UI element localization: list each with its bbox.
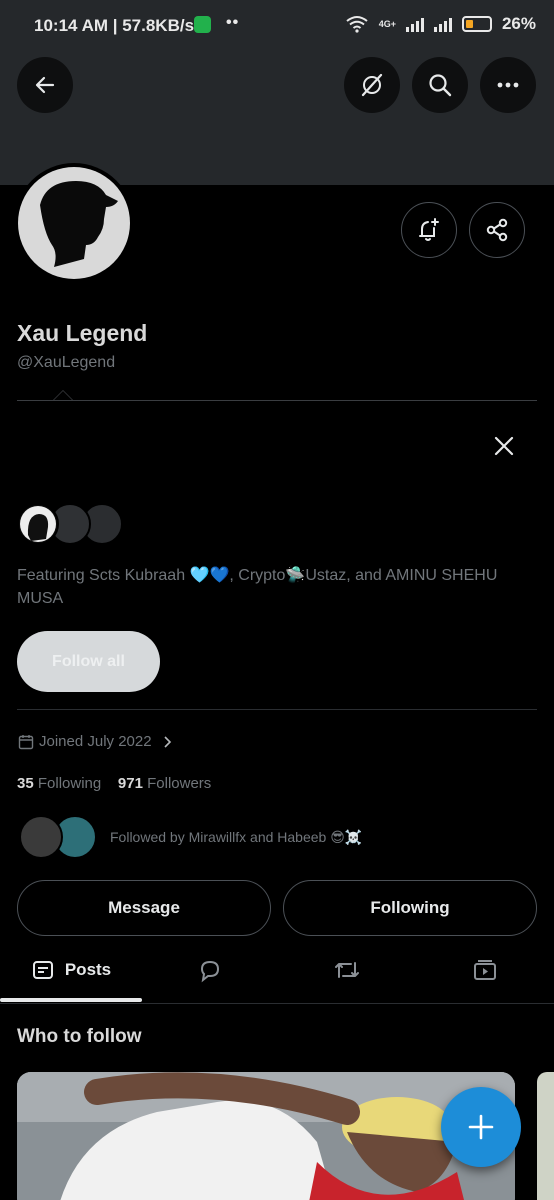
signal-icon-2 <box>433 16 452 32</box>
following-count: 35 <box>17 775 34 792</box>
active-tab-indicator <box>0 998 142 1002</box>
profile-name: Xau Legend <box>17 320 148 346</box>
share-icon <box>486 218 508 242</box>
share-button[interactable] <box>469 202 525 258</box>
search-button[interactable] <box>412 57 468 113</box>
profile-avatar[interactable] <box>14 163 134 283</box>
more-notifications-dots: •• <box>226 14 240 31</box>
grok-button[interactable] <box>344 57 400 113</box>
reposts-icon <box>335 962 359 978</box>
replies-icon <box>200 960 220 983</box>
network-type-label: 4G+ <box>378 18 396 29</box>
media-icon <box>474 960 496 980</box>
search-icon <box>429 74 452 97</box>
chevron-right-icon <box>164 735 171 748</box>
silhouette-avatar-image <box>40 181 118 267</box>
more-horizontal-icon <box>497 82 519 88</box>
app-notification-icon <box>194 16 211 33</box>
notification-subscribe-button[interactable] <box>401 202 457 258</box>
status-right: 4G+ 26% <box>345 14 536 34</box>
followers-count: 971 <box>117 775 143 792</box>
close-suggestion-button[interactable] <box>490 432 518 460</box>
tab-media[interactable] <box>416 940 554 1000</box>
signal-icon <box>405 16 424 32</box>
compose-post-button[interactable] <box>441 1087 521 1167</box>
avatar <box>19 815 63 859</box>
battery-icon <box>461 16 492 32</box>
next-suggested-card[interactable] <box>537 1072 554 1200</box>
suggested-accounts-avatars <box>17 503 127 547</box>
followed-by-avatars[interactable] <box>19 815 99 860</box>
suggestion-featuring-text: Featuring Scts Kubraah 🩵💙, Crypto🛸Ustaz,… <box>17 567 498 607</box>
arrow-left-icon <box>35 76 55 94</box>
profile-handle: @XauLegend <box>17 354 116 371</box>
tab-replies[interactable] <box>142 940 278 1000</box>
following-link[interactable]: 35 Following <box>17 775 101 792</box>
follow-all-button[interactable]: Follow all <box>17 631 160 692</box>
divider <box>17 709 537 710</box>
calendar-icon <box>18 734 34 749</box>
posts-icon <box>32 961 53 979</box>
message-button[interactable]: Message <box>17 880 271 936</box>
status-time-speed: 10:14 AM | 57.8KB/s <box>34 16 195 35</box>
followers-link[interactable]: 971 Followers <box>118 775 211 792</box>
plus-icon <box>468 1114 494 1140</box>
who-to-follow-heading: Who to follow <box>17 1026 142 1047</box>
more-options-button[interactable] <box>480 57 536 113</box>
status-bar: 10:14 AM | 57.8KB/s •• 4G+ 26% <box>0 0 554 50</box>
tab-posts-label: Posts <box>64 960 112 979</box>
tab-posts[interactable]: Posts <box>0 940 142 1000</box>
avatar <box>17 503 59 545</box>
joined-text: Joined July 2022 <box>39 733 152 750</box>
suggested-account-card[interactable] <box>17 1072 515 1200</box>
bell-plus-icon <box>419 218 439 241</box>
profile-tabs: Posts <box>0 940 554 1004</box>
following-button[interactable]: Following <box>283 880 537 936</box>
back-button[interactable] <box>17 57 73 113</box>
battery-percent: 26% <box>501 14 536 33</box>
popover-notch <box>53 390 73 400</box>
divider <box>17 400 537 401</box>
close-icon <box>494 436 514 456</box>
follow-counts: 35 Following 971 Followers <box>17 775 211 792</box>
followers-label: Followers <box>147 775 212 792</box>
tab-reposts[interactable] <box>278 940 416 1000</box>
followed-by-text[interactable]: Followed by Mirawillfx and Habeeb 😎☠️ <box>110 829 362 846</box>
grok-icon <box>361 73 383 97</box>
following-label: Following <box>37 775 102 792</box>
suggested-account-photo <box>17 1072 515 1200</box>
joined-date[interactable]: Joined July 2022 <box>18 733 174 750</box>
wifi-icon <box>346 16 368 33</box>
